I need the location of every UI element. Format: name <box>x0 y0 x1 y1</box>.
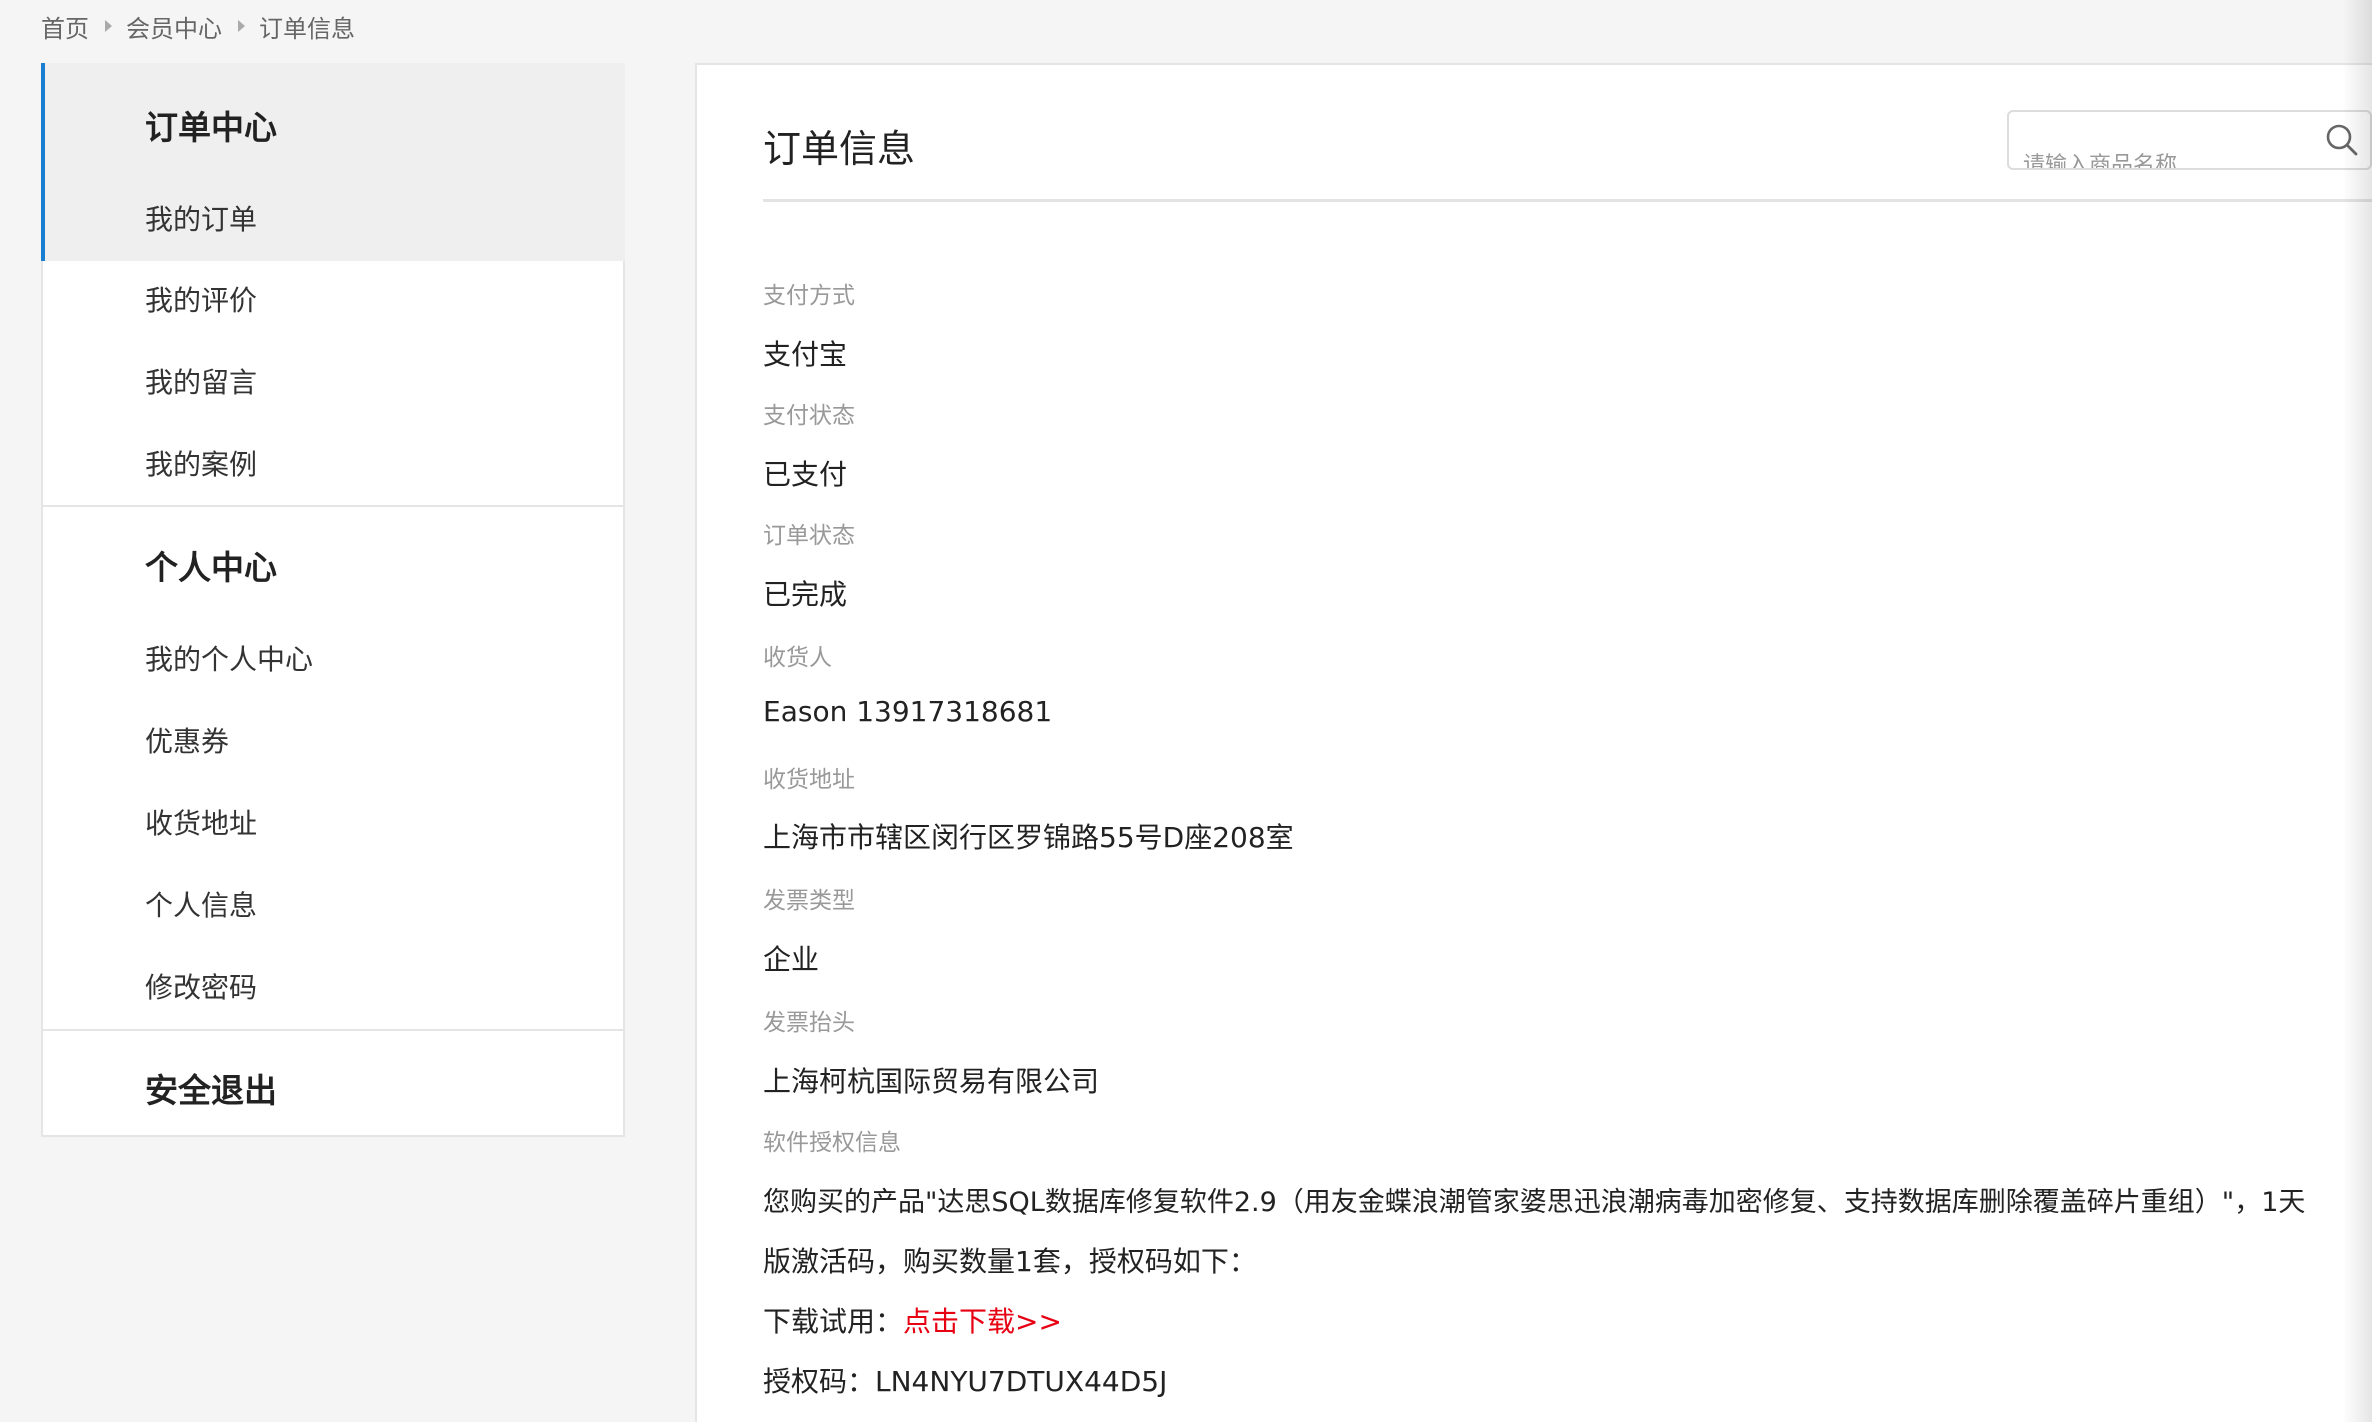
breadcrumb-separator-icon <box>105 20 112 32</box>
payment-method-value: 支付宝 <box>763 338 848 371</box>
invoice-type-value: 企业 <box>763 943 820 976</box>
logout-button[interactable]: 安全退出 <box>145 1064 277 1112</box>
order-status-value: 已完成 <box>763 578 848 611</box>
sidebar-group-orders: 订单中心 我的订单 我的评价 我的留言 我的案例 <box>41 63 625 507</box>
sidebar-group-personal: 个人中心 我的个人中心 优惠券 收货地址 个人信息 修改密码 <box>43 507 623 1031</box>
search-box <box>2007 110 2372 170</box>
title-divider <box>763 199 2372 202</box>
sidebar-item-addresses[interactable]: 收货地址 <box>145 802 257 842</box>
sidebar-item-change-password[interactable]: 修改密码 <box>145 966 257 1006</box>
sidebar: 订单中心 我的订单 我的评价 我的留言 我的案例 个人中心 我的个人中心 优惠券… <box>41 63 625 1137</box>
sidebar-group-logout: 安全退出 <box>43 1031 623 1135</box>
download-link[interactable]: 点击下载>> <box>903 1305 1062 1338</box>
main-panel: 订单信息 支付方式 支付宝 支付状态 已支付 订单状态 已完成 收货人 Easo… <box>695 63 2372 1422</box>
sidebar-item-personal-center[interactable]: 我的个人中心 <box>145 638 313 678</box>
license-description-line2: 版激活码，购买数量1套，授权码如下： <box>763 1245 1257 1278</box>
license-code-prefix: 授权码： <box>763 1365 876 1398</box>
sidebar-item-my-orders[interactable]: 我的订单 <box>145 198 257 238</box>
sidebar-active-highlight <box>41 63 625 261</box>
search-icon[interactable] <box>2324 122 2360 158</box>
download-prefix: 下载试用： <box>763 1305 904 1338</box>
breadcrumb-separator-icon <box>238 20 245 32</box>
breadcrumb: 首页 会员中心 订单信息 <box>41 8 355 44</box>
receiver-label: 收货人 <box>763 645 832 671</box>
payment-method-label: 支付方式 <box>763 283 855 309</box>
download-row: 下载试用：点击下载>> <box>763 1300 1062 1340</box>
sidebar-item-my-cases[interactable]: 我的案例 <box>145 443 257 483</box>
order-status-label: 订单状态 <box>763 523 855 549</box>
payment-status-label: 支付状态 <box>763 403 855 429</box>
invoice-title-label: 发票抬头 <box>763 1010 855 1036</box>
license-description-line1: 您购买的产品"达思SQL数据库修复软件2.9（用友金蝶浪潮管家婆思迅浪潮病毒加密… <box>763 1187 2306 1218</box>
page-title: 订单信息 <box>763 127 916 171</box>
sidebar-item-coupons[interactable]: 优惠券 <box>145 720 229 760</box>
sidebar-item-personal-info[interactable]: 个人信息 <box>145 884 257 924</box>
breadcrumb-home[interactable]: 首页 <box>41 9 89 44</box>
sidebar-group-title: 订单中心 <box>145 108 277 147</box>
license-info-label: 软件授权信息 <box>763 1130 901 1156</box>
page: 首页 会员中心 订单信息 订单中心 我的订单 我的评价 我的留言 我的案例 个人… <box>0 0 2372 1422</box>
breadcrumb-current: 订单信息 <box>259 14 355 43</box>
receiver-value: Eason 13917318681 <box>763 695 1053 728</box>
payment-status-value: 已支付 <box>763 458 848 491</box>
license-code-row: 授权码：LN4NYU7DTUX44D5J <box>763 1360 1167 1400</box>
invoice-title-value: 上海柯杭国际贸易有限公司 <box>763 1065 1100 1098</box>
shipping-address-value: 上海市市辖区闵行区罗锦路55号D座208室 <box>763 821 1294 854</box>
sidebar-group-title: 个人中心 <box>145 548 277 587</box>
shipping-address-label: 收货地址 <box>763 767 855 793</box>
search-input[interactable] <box>2023 150 2313 168</box>
invoice-type-label: 发票类型 <box>763 888 855 914</box>
breadcrumb-member-center[interactable]: 会员中心 <box>126 9 222 44</box>
license-code-value: LN4NYU7DTUX44D5J <box>875 1365 1168 1398</box>
sidebar-item-my-messages[interactable]: 我的留言 <box>145 361 257 401</box>
sidebar-item-my-reviews[interactable]: 我的评价 <box>145 279 257 319</box>
